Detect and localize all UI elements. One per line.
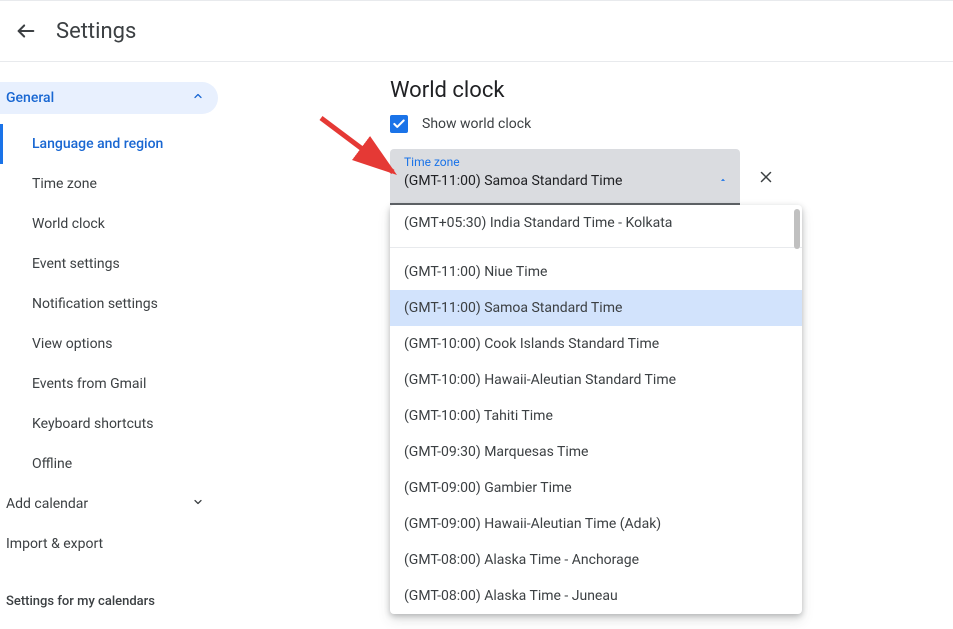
sidebar: General Language and region Time zone Wo… (0, 62, 218, 629)
sidebar-item-import-export[interactable]: Import & export (0, 524, 218, 564)
caret-up-icon (718, 170, 728, 189)
scrollbar-thumb[interactable] (794, 209, 800, 249)
sidebar-item-notification-settings[interactable]: Notification settings (0, 284, 218, 324)
timezone-option-selected[interactable]: (GMT-11:00) Samoa Standard Time (390, 290, 802, 326)
back-arrow-icon[interactable] (14, 19, 38, 43)
show-world-clock-label: Show world clock (422, 116, 531, 132)
sidebar-item-events-from-gmail[interactable]: Events from Gmail (0, 364, 218, 404)
timezone-option[interactable]: (GMT-11:00) Niue Time (390, 254, 802, 290)
sidebar-item-world-clock[interactable]: World clock (0, 204, 218, 244)
sidebar-item-time-zone[interactable]: Time zone (0, 164, 218, 204)
chevron-up-icon (192, 90, 204, 106)
timezone-select[interactable]: Time zone (GMT-11:00) Samoa Standard Tim… (390, 149, 740, 205)
sidebar-item-offline[interactable]: Offline (0, 444, 218, 484)
timezone-option[interactable]: (GMT-08:00) Alaska Time - Anchorage (390, 542, 802, 578)
sidebar-item-language-region[interactable]: Language and region (0, 124, 218, 164)
sidebar-item-keyboard-shortcuts[interactable]: Keyboard shortcuts (0, 404, 218, 444)
remove-timezone-button[interactable] (754, 165, 778, 189)
timezone-field-label: Time zone (404, 155, 622, 169)
sidebar-item-view-options[interactable]: View options (0, 324, 218, 364)
sidebar-item-event-settings[interactable]: Event settings (0, 244, 218, 284)
timezone-option[interactable]: (GMT-09:00) Hawaii-Aleutian Time (Adak) (390, 506, 802, 542)
show-world-clock-checkbox[interactable] (390, 115, 408, 133)
timezone-option[interactable]: (GMT-09:30) Marquesas Time (390, 434, 802, 470)
sidebar-section-label: General (6, 90, 54, 106)
timezone-option[interactable]: (GMT-10:00) Cook Islands Standard Time (390, 326, 802, 362)
section-title-world-clock: World clock (390, 78, 504, 103)
top-bar: Settings (0, 0, 953, 62)
sidebar-section-general[interactable]: General (0, 82, 218, 114)
timezone-field-value: (GMT-11:00) Samoa Standard Time (404, 173, 622, 189)
timezone-option[interactable]: (GMT-08:00) Alaska Time - Juneau (390, 578, 802, 614)
timezone-option[interactable]: (GMT-10:00) Hawaii-Aleutian Standard Tim… (390, 362, 802, 398)
timezone-option[interactable]: (GMT-09:00) Gambier Time (390, 470, 802, 506)
sidebar-caption: Settings for my calendars (0, 564, 218, 609)
sidebar-item-add-calendar[interactable]: Add calendar (0, 484, 218, 524)
timezone-option[interactable]: (GMT-10:00) Tahiti Time (390, 398, 802, 434)
timezone-dropdown[interactable]: (GMT+05:30) India Standard Time - Kolkat… (390, 205, 802, 614)
page-title: Settings (56, 19, 136, 44)
dropdown-separator (390, 247, 802, 248)
timezone-option-current[interactable]: (GMT+05:30) India Standard Time - Kolkat… (390, 205, 802, 241)
show-world-clock-row: Show world clock (390, 115, 531, 133)
chevron-down-icon (192, 496, 204, 512)
